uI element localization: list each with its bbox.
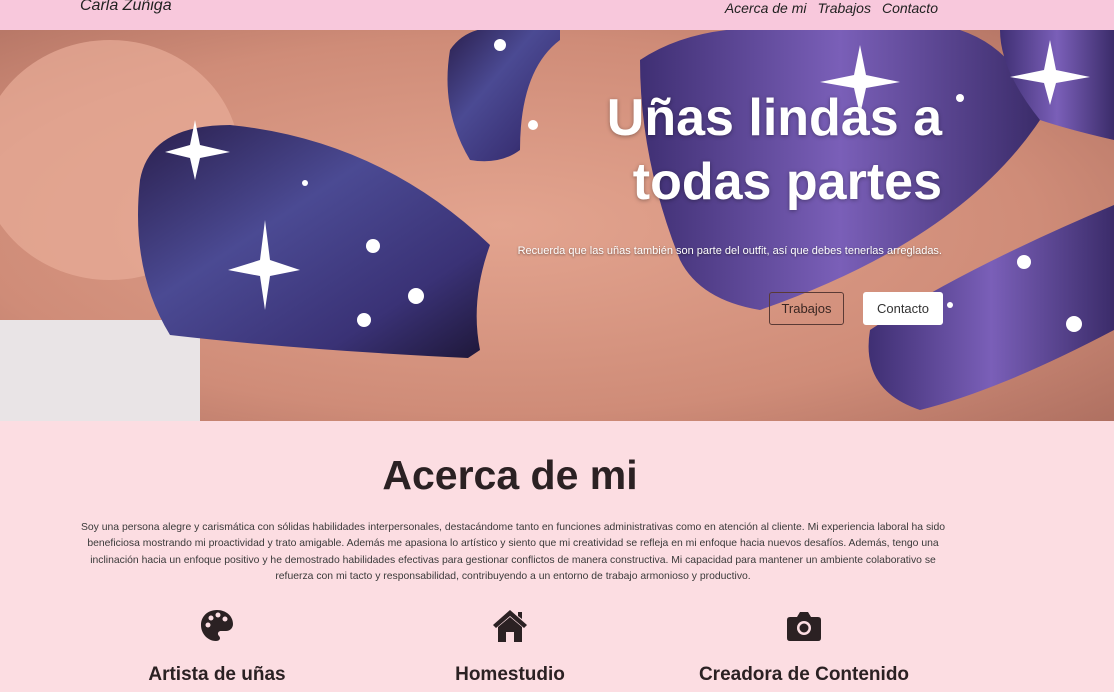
service-artista: Artista de uñas [87,608,347,686]
service-title-artista: Artista de uñas [148,664,286,685]
navbar: Carla Zuñiga Acerca de mi Trabajos Conta… [0,0,1114,30]
palette-icon [201,610,233,641]
camera-icon [787,612,821,641]
hero-section: Uñas lindas a todas partes Recuerda que … [0,30,1114,421]
hero-title-line1: Uñas lindas a [606,89,942,147]
service-homestudio: Homestudio [380,608,640,686]
hero-subtitle: Recuerda que las uñas también son parte … [517,245,942,257]
nav-link-acerca[interactable]: Acerca de mi [725,0,807,17]
service-title-contenido: Creadora de Contenido [698,664,910,685]
service-title-homestudio: Homestudio [455,664,565,685]
nav-link-contacto[interactable]: Contacto [882,0,938,17]
contacto-button[interactable]: Contacto [863,292,943,325]
trabajos-button[interactable]: Trabajos [769,292,844,325]
service-contenido: Creadora de Contenido [674,608,934,686]
hero-title: Uñas lindas a todas partes [422,86,942,214]
about-text: Soy una persona alegre y carismática con… [80,522,946,582]
nav-link-trabajos[interactable]: Trabajos [818,0,871,17]
nav-links: Acerca de mi Trabajos Contacto [725,0,938,17]
home-icon [493,610,527,642]
about-title: Acerca de mi [382,452,638,498]
hero-title-line2: todas partes [632,153,942,211]
brand-logo[interactable]: Carla Zuñiga [80,0,172,15]
